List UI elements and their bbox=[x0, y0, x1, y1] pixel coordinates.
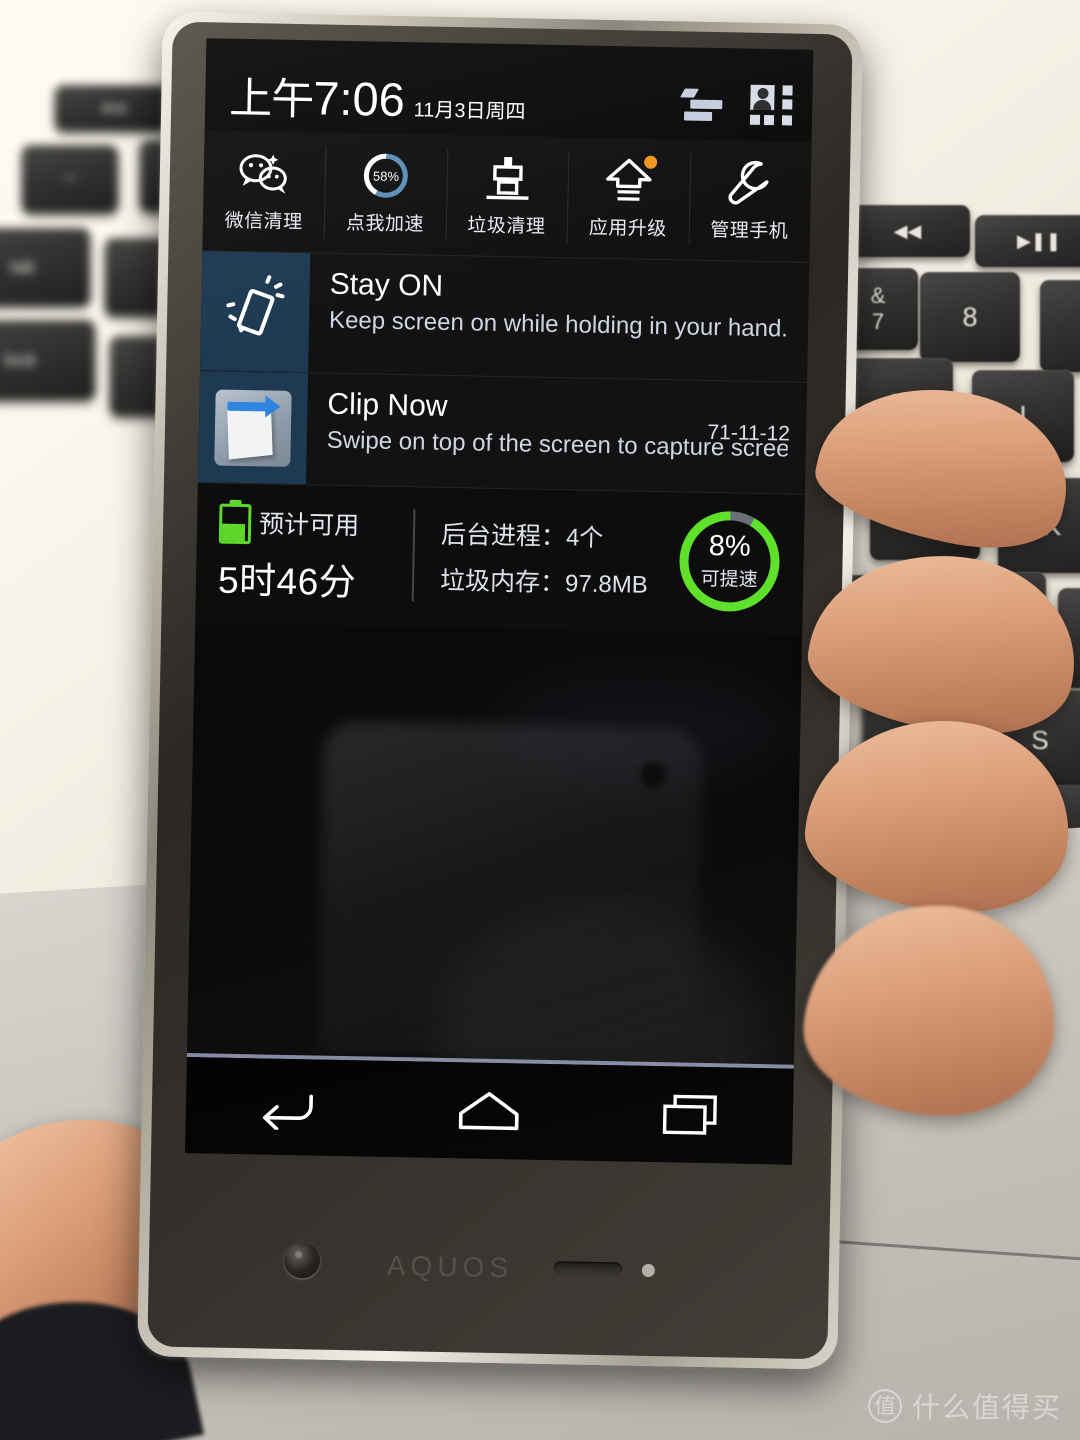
recents-button[interactable] bbox=[641, 1079, 742, 1151]
battery-memory-widget[interactable]: 预计可用 5时46分 后台进程：4个 垃圾内存：97.8MB 8% 可提速 bbox=[195, 482, 805, 635]
battery-estimate-value: 5时46分 bbox=[217, 559, 357, 604]
home-icon bbox=[459, 1092, 520, 1131]
keyboard-key bbox=[1040, 280, 1080, 372]
notification-timestamp: 71-11-12 bbox=[707, 420, 791, 446]
key-label: tab bbox=[9, 256, 36, 277]
status-bar: 上午7:06 11月3日周四 bbox=[205, 38, 814, 142]
key-label: 8 bbox=[962, 301, 978, 332]
recents-icon bbox=[662, 1094, 717, 1135]
watermark-logo: 值 bbox=[867, 1389, 902, 1423]
notification-body: Stay ON Keep screen on while holding in … bbox=[308, 253, 809, 382]
key-label: & bbox=[870, 283, 886, 308]
quick-action-label: 垃圾清理 bbox=[467, 215, 546, 238]
notification-icon-tile bbox=[200, 251, 311, 373]
clock-ampm: 上午 bbox=[228, 74, 314, 125]
widget-divider bbox=[411, 509, 416, 602]
stat-value: 97.8MB bbox=[564, 570, 649, 599]
system-icons bbox=[680, 83, 793, 131]
keyboard-key: 8 bbox=[920, 272, 1020, 362]
stat-row: 后台进程：4个 bbox=[441, 515, 681, 556]
keyboard-key: tab bbox=[0, 228, 90, 306]
memory-stats: 后台进程：4个 垃圾内存：97.8MB bbox=[440, 515, 681, 602]
stat-label: 后台进程： bbox=[440, 520, 567, 552]
stay-on-icon bbox=[226, 274, 285, 341]
watermark-text: 什么值得买 bbox=[911, 1392, 1062, 1423]
battery-half-icon bbox=[218, 499, 252, 545]
app-upgrade-icon bbox=[603, 155, 658, 205]
trash-clean-icon bbox=[483, 154, 532, 203]
stat-label: 垃圾内存： bbox=[439, 566, 566, 598]
android-nav-bar bbox=[185, 1057, 794, 1165]
back-button[interactable] bbox=[236, 1071, 337, 1143]
front-camera bbox=[283, 1241, 321, 1279]
quick-action-label: 应用升级 bbox=[588, 217, 668, 241]
phone-device: 上午7:06 11月3日周四 微信清理 58% 点我加速 垃圾清理 应用升级 管… bbox=[137, 11, 863, 1370]
boost-ring-icon: 58% bbox=[363, 151, 409, 200]
keyboard-key: ◀◀ bbox=[845, 205, 970, 257]
quick-action-boost[interactable]: 58% 点我加速 bbox=[324, 133, 448, 255]
signal-bars-icon[interactable] bbox=[680, 86, 729, 121]
key-label: ~ bbox=[64, 167, 76, 190]
speed-percent: 8% bbox=[708, 529, 752, 563]
quick-action-label: 微信清理 bbox=[224, 210, 303, 234]
earpiece-speaker bbox=[553, 1261, 623, 1276]
clock-area[interactable]: 上午7:06 11月3日周四 bbox=[228, 71, 526, 127]
battery-estimate: 预计可用 5时46分 bbox=[217, 499, 410, 608]
clip-now-icon bbox=[214, 388, 292, 467]
notification-body: Clip Now Swipe on top of the screen to c… bbox=[306, 373, 807, 494]
notification-icon-tile bbox=[197, 371, 309, 485]
stat-value: 4个 bbox=[565, 524, 604, 552]
key-label: 7 bbox=[871, 309, 885, 334]
quick-action-manage-phone[interactable]: 管理手机 bbox=[688, 140, 812, 262]
quick-action-trash-clean[interactable]: 垃圾清理 bbox=[445, 135, 569, 257]
clock-digits: 7:06 bbox=[312, 71, 406, 127]
clock-time: 上午7:06 bbox=[228, 71, 406, 127]
key-label: S bbox=[1031, 724, 1049, 755]
boost-percent: 58% bbox=[372, 167, 400, 184]
upgrade-badge-dot bbox=[643, 155, 658, 169]
notification-text: Keep screen on while holding in your han… bbox=[328, 306, 789, 343]
phone-chin: AQUOS bbox=[158, 1162, 821, 1335]
quick-action-label: 管理手机 bbox=[709, 219, 789, 243]
quick-actions-row: 微信清理 58% 点我加速 垃圾清理 应用升级 管理手机 bbox=[202, 130, 812, 262]
phone-screen[interactable]: 上午7:06 11月3日周四 微信清理 58% 点我加速 垃圾清理 应用升级 管… bbox=[185, 38, 814, 1165]
quick-action-wechat-clean[interactable]: 微信清理 bbox=[202, 130, 326, 252]
battery-estimate-label: 预计可用 bbox=[258, 510, 360, 541]
watermark: 值 什么值得买 bbox=[867, 1386, 1062, 1426]
speed-boost-ring[interactable]: 8% 可提速 bbox=[678, 510, 781, 613]
manage-phone-icon bbox=[725, 158, 776, 207]
notification-stay-on[interactable]: Stay ON Keep screen on while holding in … bbox=[200, 250, 810, 382]
speed-label: 可提速 bbox=[700, 568, 758, 591]
key-label: esc bbox=[101, 98, 129, 117]
stat-row: 垃圾内存：97.8MB bbox=[440, 561, 680, 602]
boost-progress-ring: 58% bbox=[363, 153, 409, 199]
keyboard-key: lock bbox=[0, 320, 95, 400]
device-brand-label: AQUOS bbox=[386, 1249, 514, 1284]
notification-title: Stay ON bbox=[329, 267, 444, 303]
contacts-grid-icon[interactable] bbox=[749, 84, 793, 126]
clock-date: 11月3日周四 bbox=[413, 99, 526, 124]
key-label: lock bbox=[3, 349, 36, 370]
keyboard-key: esc bbox=[55, 85, 175, 131]
keyboard-key: ▶❚❚ bbox=[975, 215, 1080, 267]
wechat-clean-icon bbox=[238, 149, 291, 198]
proximity-sensor bbox=[641, 1263, 656, 1278]
back-arrow-icon bbox=[263, 1094, 314, 1131]
quick-action-label: 点我加速 bbox=[345, 212, 425, 236]
home-button[interactable] bbox=[439, 1075, 540, 1147]
keyboard-key: ~ bbox=[22, 145, 118, 213]
quick-action-app-upgrade[interactable]: 应用升级 bbox=[567, 137, 691, 259]
notification-clip-now[interactable]: Clip Now Swipe on top of the screen to c… bbox=[197, 370, 807, 494]
